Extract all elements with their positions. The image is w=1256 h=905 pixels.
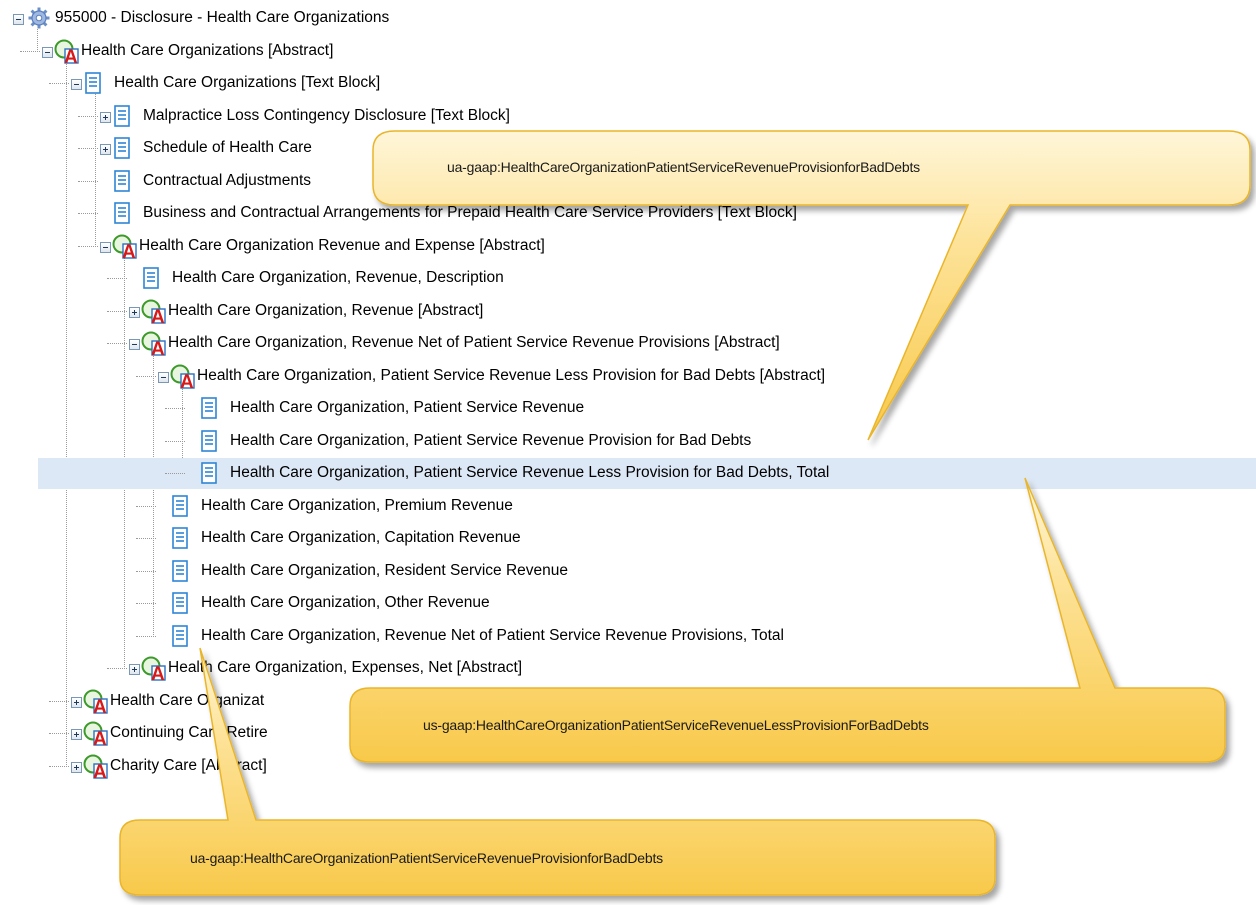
callout-bubble-shape (119, 647, 996, 896)
callout-provision-bad-debts-bottom: ua-gaap:HealthCareOrganizationPatientSer… (0, 0, 1256, 905)
callout-text: ua-gaap:HealthCareOrganizationPatientSer… (190, 850, 663, 866)
